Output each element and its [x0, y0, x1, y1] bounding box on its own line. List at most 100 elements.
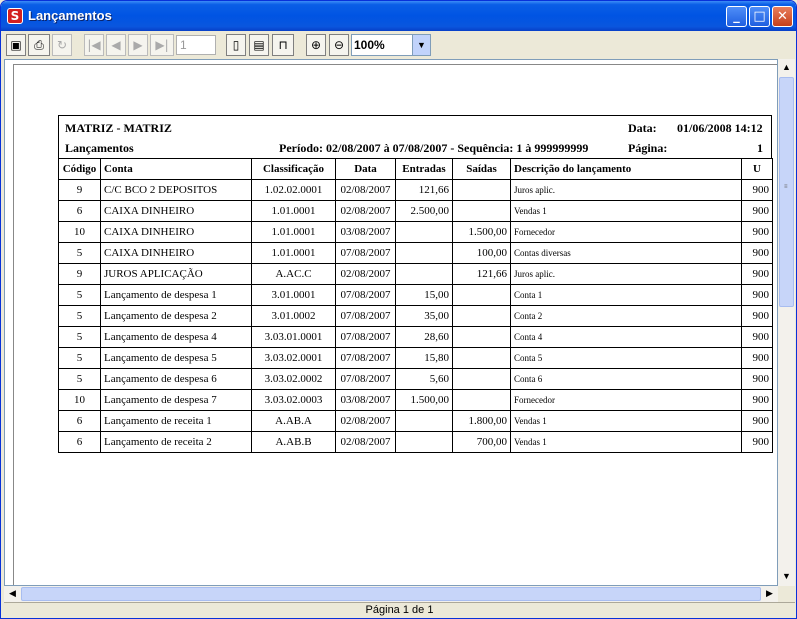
- save-button[interactable]: ▣: [6, 34, 26, 56]
- horizontal-scroll-thumb[interactable]: [21, 587, 761, 601]
- table-cell: 3.03.01.0001: [251, 326, 336, 348]
- table-cell: Contas diversas: [510, 242, 742, 264]
- table-cell: 15,00: [395, 284, 453, 306]
- page-label: Página:: [628, 141, 668, 155]
- vertical-scroll-thumb[interactable]: ≡: [779, 77, 794, 307]
- table-cell: [452, 305, 511, 327]
- table-cell: CAIXA DINHEIRO: [100, 200, 252, 222]
- column-header: Saídas: [452, 158, 511, 180]
- table-cell: 02/08/2007: [335, 410, 396, 432]
- report-viewport[interactable]: MATRIZ - MATRIZ Data: 01/06/2008 14:12 L…: [4, 59, 778, 586]
- table-cell: 1.500,00: [395, 389, 453, 411]
- date-label: Data:: [628, 121, 657, 135]
- scroll-down-icon[interactable]: ▼: [779, 569, 794, 584]
- previous-page-icon: ◀: [111, 38, 121, 52]
- table-cell: Lançamento de despesa 1: [100, 284, 252, 306]
- next-page-button[interactable]: ▶: [128, 34, 148, 56]
- zoom-in-icon: ⊕: [310, 38, 322, 52]
- page-fit-button[interactable]: ⊓: [272, 34, 294, 56]
- table-cell: 07/08/2007: [335, 347, 396, 369]
- table-cell: Conta 6: [510, 368, 742, 390]
- zoom-in-button[interactable]: ⊕: [306, 34, 326, 56]
- table-row: 6 CAIXA DINHEIRO 1.01.0001 02/08/2007 2.500,…: [58, 200, 773, 222]
- table-cell: [452, 284, 511, 306]
- scroll-right-icon[interactable]: ▶: [762, 586, 777, 601]
- column-header: Código: [58, 158, 101, 180]
- table-cell: Lançamento de despesa 7: [100, 389, 252, 411]
- table-cell: Vendas 1: [510, 410, 742, 432]
- zoom-select[interactable]: 100% ▼: [351, 34, 431, 56]
- maximize-icon: □: [753, 9, 766, 24]
- table-cell: 15,80: [395, 347, 453, 369]
- table-cell: [395, 263, 453, 285]
- maximize-button[interactable]: □: [749, 6, 770, 27]
- report-window: S Lançamentos _ □ ✕ ▣ ⎙ ↻ |◀ ◀ ▶ ▶| 1 ▯ …: [0, 0, 797, 619]
- table-cell: 07/08/2007: [335, 305, 396, 327]
- close-icon: ✕: [777, 9, 788, 24]
- table-cell: 07/08/2007: [335, 284, 396, 306]
- table-row: 10 CAIXA DINHEIRO 1.01.0001 03/08/2007 1.500…: [58, 221, 773, 243]
- previous-page-button[interactable]: ◀: [106, 34, 126, 56]
- table-cell: Lançamento de despesa 2: [100, 305, 252, 327]
- table-cell: Fornecedor: [510, 221, 742, 243]
- vertical-scrollbar[interactable]: ▲ ≡ ▼: [778, 59, 795, 586]
- table-cell: 1.01.0001: [251, 200, 336, 222]
- zoom-out-icon: ⊖: [333, 38, 345, 52]
- horizontal-scrollbar[interactable]: ◀ ▶: [4, 586, 778, 602]
- table-cell: 900: [741, 347, 773, 369]
- table-cell: 3.03.02.0002: [251, 368, 336, 390]
- page-width-icon: ▤: [253, 38, 265, 52]
- table-cell: C/C BCO 2 DEPOSITOS: [100, 179, 252, 201]
- page-width-button[interactable]: ▤: [249, 34, 269, 56]
- table-row: 5 CAIXA DINHEIRO 1.01.0001 07/08/2007 100,00…: [58, 242, 773, 264]
- print-button[interactable]: ⎙: [28, 34, 50, 56]
- table-cell: 07/08/2007: [335, 326, 396, 348]
- table-cell: 02/08/2007: [335, 179, 396, 201]
- chevron-down-icon[interactable]: ▼: [412, 35, 430, 55]
- table-cell: 900: [741, 200, 773, 222]
- entries-table: Código Conta Classificação Data Entradas Saíd…: [58, 158, 773, 453]
- table-cell: CAIXA DINHEIRO: [100, 242, 252, 264]
- table-cell: 02/08/2007: [335, 431, 396, 453]
- table-cell: 5: [58, 284, 101, 306]
- minimize-button[interactable]: _: [726, 6, 747, 27]
- scroll-up-icon[interactable]: ▲: [779, 60, 794, 75]
- table-cell: 2.500,00: [395, 200, 453, 222]
- table-cell: 5,60: [395, 368, 453, 390]
- title-bar[interactable]: S Lançamentos _ □ ✕: [1, 1, 796, 31]
- date-value: 01/06/2008 14:12: [677, 121, 763, 135]
- table-row: 5 Lançamento de despesa 2 3.01.0002 07/08/2…: [58, 305, 773, 327]
- table-cell: Fornecedor: [510, 389, 742, 411]
- table-row: 9 JUROS APLICAÇÃO A.AC.C 02/08/2007 121,66 Ju…: [58, 263, 773, 285]
- page-value: 1: [757, 141, 763, 155]
- table-cell: 1.02.02.0001: [251, 179, 336, 201]
- report-page: MATRIZ - MATRIZ Data: 01/06/2008 14:12 L…: [13, 64, 777, 585]
- column-header: Conta: [100, 158, 252, 180]
- last-page-button[interactable]: ▶|: [150, 34, 174, 56]
- table-cell: 6: [58, 431, 101, 453]
- refresh-button[interactable]: ↻: [52, 34, 72, 56]
- table-cell: 121,66: [395, 179, 453, 201]
- table-cell: A.AB.A: [251, 410, 336, 432]
- zoom-out-button[interactable]: ⊖: [329, 34, 349, 56]
- table-cell: JUROS APLICAÇÃO: [100, 263, 252, 285]
- close-button[interactable]: ✕: [772, 6, 793, 27]
- table-header-row: Código Conta Classificação Data Entradas Saíd…: [58, 158, 773, 180]
- table-cell: 28,60: [395, 326, 453, 348]
- column-header: Entradas: [395, 158, 453, 180]
- table-cell: [452, 326, 511, 348]
- table-cell: 5: [58, 305, 101, 327]
- table-row: 5 Lançamento de despesa 6 3.03.02.0002 07/0…: [58, 368, 773, 390]
- table-cell: 900: [741, 242, 773, 264]
- scroll-left-icon[interactable]: ◀: [5, 586, 20, 601]
- table-cell: Lançamento de despesa 5: [100, 347, 252, 369]
- page-number-input[interactable]: 1: [176, 35, 216, 55]
- table-cell: 900: [741, 221, 773, 243]
- table-row: 5 Lançamento de despesa 4 3.03.01.0001 07/0…: [58, 326, 773, 348]
- table-cell: [395, 221, 453, 243]
- table-cell: [452, 200, 511, 222]
- table-cell: 1.800,00: [452, 410, 511, 432]
- first-page-button[interactable]: |◀: [84, 34, 104, 56]
- full-page-button[interactable]: ▯: [226, 34, 246, 56]
- report-header: MATRIZ - MATRIZ Data: 01/06/2008 14:12 L…: [58, 115, 772, 159]
